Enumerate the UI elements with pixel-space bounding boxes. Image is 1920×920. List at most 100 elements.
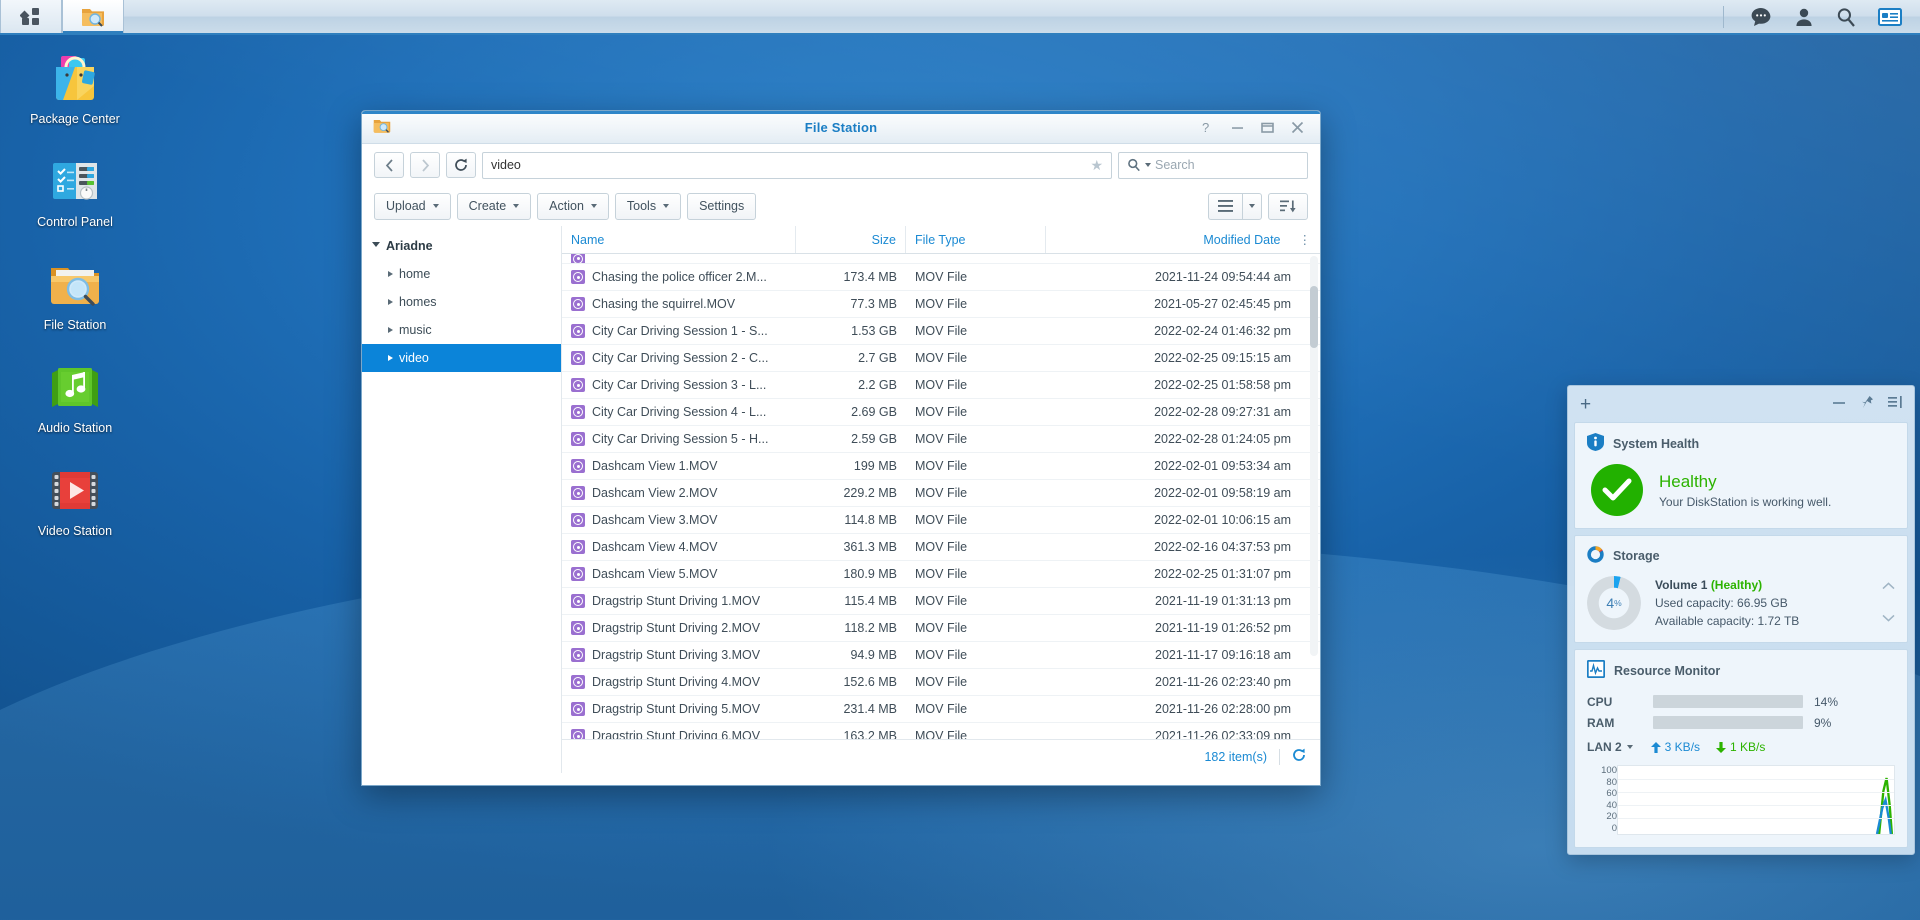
notifications-chat-icon[interactable] (1750, 7, 1772, 27)
tree-root-ariadne[interactable]: Ariadne (362, 232, 561, 260)
cell-size: 2.59 GB (851, 432, 897, 446)
settings-button[interactable]: Settings (687, 192, 757, 220)
tools-button[interactable]: Tools (614, 192, 682, 220)
tree-item-homes[interactable]: homes (362, 288, 561, 316)
lan-selector[interactable]: LAN 2 (1587, 740, 1633, 754)
desktop-icon-label: Audio Station (37, 421, 113, 435)
tree-item-video[interactable]: video (362, 344, 561, 372)
mov-file-icon (571, 432, 585, 446)
cpu-value: 14% (1814, 694, 1839, 709)
view-mode-dropdown[interactable] (1242, 192, 1262, 220)
back-button[interactable] (374, 152, 404, 178)
traffic-sparkline (1875, 777, 1894, 834)
cell-size: 229.2 MB (843, 486, 897, 500)
table-row[interactable]: Dashcam View 4.MOV 361.3 MB MOV File 2022-0… (562, 534, 1320, 561)
view-mode-button[interactable] (1208, 192, 1242, 220)
taskbar (0, 0, 1920, 35)
table-row[interactable]: Dragstrip Stunt Driving 1.MOV 115.4 MB MOV… (562, 588, 1320, 615)
refresh-button[interactable] (446, 152, 476, 178)
axis-tick: 100 (1601, 765, 1617, 776)
column-options-icon[interactable]: ⋮ (1290, 226, 1321, 253)
table-row[interactable]: Dashcam View 3.MOV 114.8 MB MOV File 2022-0… (562, 507, 1320, 534)
table-row[interactable]: Chasing the squirrel.MOV 77.3 MB MOV File 2… (562, 291, 1320, 318)
desktop-icon-video-station[interactable]: Video Station (20, 462, 130, 539)
widgets-panel-icon[interactable] (1878, 7, 1902, 27)
file-name: Chasing the squirrel.MOV (592, 297, 736, 311)
table-row[interactable]: Dashcam View 5.MOV 180.9 MB MOV File 2022-0… (562, 561, 1320, 588)
cpu-usage-bar (1653, 695, 1803, 708)
cell-size: 231.4 MB (843, 702, 897, 716)
mov-file-icon (571, 702, 585, 716)
axis-tick: 60 (1606, 788, 1617, 799)
chevron-up-icon[interactable] (1882, 581, 1895, 593)
table-row[interactable]: City Car Driving Session 2 - C... 2.7 GB M… (562, 345, 1320, 372)
cell-name: Dashcam View 5.MOV (562, 561, 796, 587)
cell-type: MOV File (915, 405, 968, 419)
table-row-partial-top[interactable] (562, 254, 1320, 264)
table-row[interactable]: City Car Driving Session 3 - L... 2.2 GB M… (562, 372, 1320, 399)
table-row[interactable]: City Car Driving Session 1 - S... 1.53 GB… (562, 318, 1320, 345)
file-list-header: Name Size File Type Modified Date ⋮ (562, 226, 1320, 254)
chevron-down-icon (1626, 745, 1633, 749)
cell-type: MOV File (915, 513, 968, 527)
mov-file-icon (571, 459, 585, 473)
table-row[interactable]: Dashcam View 1.MOV 199 MB MOV File 2022-02-… (562, 453, 1320, 480)
chevron-down-icon[interactable] (1882, 613, 1895, 625)
search-input[interactable]: Search (1118, 151, 1308, 179)
table-row[interactable]: City Car Driving Session 5 - H... 2.59 GB… (562, 426, 1320, 453)
desktop-icon-package-center[interactable]: Package Center (20, 50, 130, 127)
table-row[interactable]: City Car Driving Session 4 - L... 2.69 GB… (562, 399, 1320, 426)
file-name: Dragstrip Stunt Driving 5.MOV (592, 702, 761, 716)
chevron-down-icon[interactable] (1145, 163, 1151, 167)
file-name: Dragstrip Stunt Driving 1.MOV (592, 594, 761, 608)
column-header-name[interactable]: Name (562, 226, 796, 253)
status-refresh-button[interactable] (1292, 748, 1306, 765)
desktop-icon-control-panel[interactable]: Control Panel (20, 153, 130, 230)
desktop-icon-file-station[interactable]: File Station (20, 256, 130, 333)
upload-button[interactable]: Upload (374, 192, 451, 220)
action-button[interactable]: Action (537, 192, 609, 220)
help-button[interactable]: ? (1201, 120, 1214, 134)
mov-file-icon (571, 405, 585, 419)
column-header-date[interactable]: Modified Date (1046, 226, 1290, 253)
minimize-icon[interactable] (1832, 395, 1846, 413)
table-row[interactable]: Dragstrip Stunt Driving 6.MOV 163.2 MB MOV… (562, 723, 1320, 739)
minimize-button[interactable] (1231, 121, 1244, 134)
close-button[interactable] (1291, 121, 1304, 134)
create-button[interactable]: Create (456, 192, 532, 220)
maximize-button[interactable] (1261, 121, 1274, 134)
table-row[interactable]: Dashcam View 2.MOV 229.2 MB MOV File 2022-0… (562, 480, 1320, 507)
column-header-size[interactable]: Size (796, 226, 906, 253)
table-row[interactable]: Dragstrip Stunt Driving 4.MOV 152.6 MB MOV… (562, 669, 1320, 696)
collapse-icon[interactable] (1888, 395, 1902, 413)
table-row[interactable]: Dragstrip Stunt Driving 3.MOV 94.9 MB MOV … (562, 642, 1320, 669)
user-account-icon[interactable] (1794, 7, 1814, 27)
table-row[interactable]: Dragstrip Stunt Driving 2.MOV 118.2 MB MOV… (562, 615, 1320, 642)
column-header-type[interactable]: File Type (906, 226, 1046, 253)
tree-item-label: music (399, 323, 432, 337)
file-list-scrollbar-thumb[interactable] (1310, 286, 1318, 348)
control-panel-icon (47, 153, 103, 209)
tree-item-home[interactable]: home (362, 260, 561, 288)
cell-date: 2021-11-19 01:31:13 pm (1155, 594, 1291, 608)
forward-button[interactable] (410, 152, 440, 178)
pin-icon[interactable] (1860, 395, 1874, 414)
window-toolbar: Upload Create Action Tools Settings (362, 186, 1320, 226)
sort-button[interactable] (1268, 192, 1308, 220)
main-menu-button[interactable] (0, 0, 62, 33)
storage-percent: 4 (1606, 595, 1615, 611)
table-row[interactable]: Dragstrip Stunt Driving 5.MOV 231.4 MB MOV… (562, 696, 1320, 723)
cell-date: 2021-11-26 02:23:40 pm (1155, 675, 1291, 689)
mov-file-icon (571, 351, 585, 365)
search-icon[interactable] (1836, 7, 1856, 27)
plus-icon[interactable]: + (1580, 395, 1591, 414)
desktop-icon-audio-station[interactable]: Audio Station (20, 359, 130, 436)
star-icon[interactable]: ★ (1090, 157, 1103, 174)
cell-size: 115.4 MB (844, 594, 897, 608)
tree-item-music[interactable]: music (362, 316, 561, 344)
path-input[interactable]: video ★ (482, 151, 1112, 179)
taskbar-item-file-station[interactable] (62, 0, 124, 33)
window-titlebar[interactable]: File Station ? (362, 111, 1320, 144)
table-row[interactable]: Chasing the police officer 2.M... 173.4 M… (562, 264, 1320, 291)
cell-date: 2022-02-25 09:15:15 am (1154, 351, 1291, 365)
